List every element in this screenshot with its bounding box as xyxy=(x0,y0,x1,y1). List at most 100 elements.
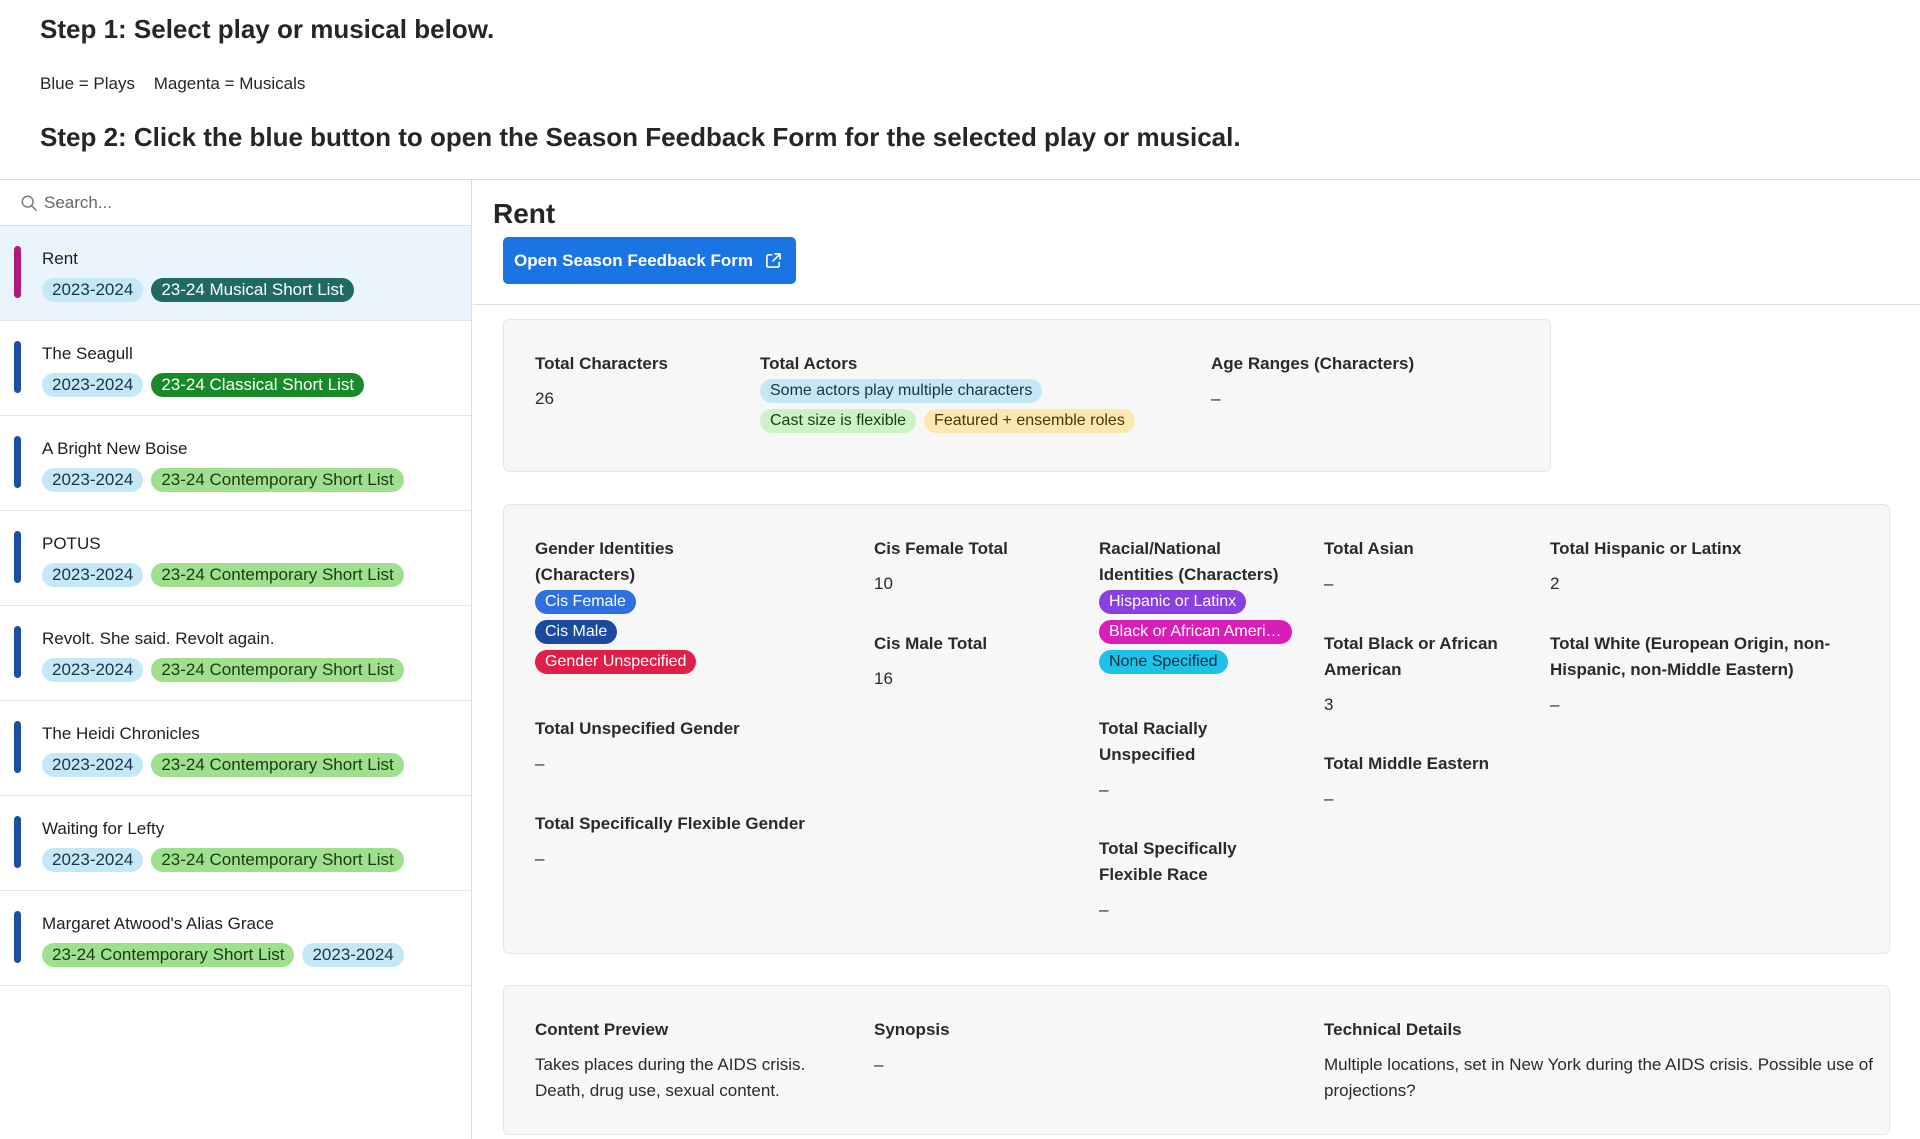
racial-identities-field: Racial/National Identities (Characters) … xyxy=(1099,536,1299,674)
record-tag: 23-24 Contemporary Short List xyxy=(151,658,404,682)
total-black-label: Total Black or African American xyxy=(1324,634,1498,679)
total-racially-unspecified-field: Total Racially Unspecified – xyxy=(1099,716,1259,803)
total-asian-field: Total Asian – xyxy=(1324,536,1414,597)
record-list: Rent 2023-2024 23-24 Musical Short List The… xyxy=(0,226,471,986)
racial-identities-pills: Hispanic or Latinx Black or African Amer… xyxy=(1099,590,1299,674)
total-flexible-race-value: – xyxy=(1099,900,1109,919)
cis-male-total-label: Cis Male Total xyxy=(874,634,988,653)
instructions-header: Step 1: Select play or musical below. Bl… xyxy=(40,0,1900,180)
search-input[interactable] xyxy=(44,192,424,213)
record-tag: 23-24 Musical Short List xyxy=(151,278,354,302)
record-name: Revolt. She said. Revolt again. xyxy=(42,629,275,648)
gender-pill: Cis Male xyxy=(535,620,618,644)
total-black-value: 3 xyxy=(1324,695,1334,714)
cis-male-total-value: 16 xyxy=(874,669,893,688)
record-name: POTUS xyxy=(42,534,101,553)
record-tag: 23-24 Contemporary Short List xyxy=(151,753,404,777)
age-ranges-label: Age Ranges (Characters) xyxy=(1211,354,1415,373)
total-flexible-race-label: Total Specifically Flexible Race xyxy=(1099,839,1237,884)
record-list-sidebar: Rent 2023-2024 23-24 Musical Short List The… xyxy=(0,180,472,1139)
gender-identities-pills: Cis Female Cis Male Gender Unspecified xyxy=(535,590,715,674)
record-tag: 23-24 Contemporary Short List xyxy=(42,943,295,967)
content-preview-label: Content Preview xyxy=(535,1020,669,1039)
total-characters-value: 26 xyxy=(535,389,554,408)
legend-musicals: Magenta = Musicals xyxy=(153,74,306,93)
record-tag: 23-24 Classical Short List xyxy=(151,373,365,397)
record-detail-panel: Rent Open Season Feedback Form Total Cha… xyxy=(473,180,1920,1139)
detail-title: Rent xyxy=(493,198,556,229)
record-tags: 2023-2024 23-24 Contemporary Short List xyxy=(42,753,471,777)
gender-identities-field: Gender Identities (Characters) Cis Femal… xyxy=(535,536,715,674)
record-name: The Heidi Chronicles xyxy=(42,724,200,743)
record-type-color-bar xyxy=(14,341,21,393)
record-name: The Seagull xyxy=(42,344,133,363)
total-middle-eastern-value: – xyxy=(1324,789,1334,808)
step-2-heading: Step 2: Click the blue button to open th… xyxy=(40,122,1241,152)
record-tag: 2023-2024 xyxy=(302,943,404,967)
total-asian-value: – xyxy=(1324,574,1334,593)
technical-details-value: Multiple locations, set in New York duri… xyxy=(1324,1055,1873,1100)
total-flexible-gender-field: Total Specifically Flexible Gender – xyxy=(535,811,805,872)
total-hispanic-value: 2 xyxy=(1550,574,1560,593)
actors-pill: Cast size is flexible xyxy=(760,409,917,433)
open-season-feedback-form-button[interactable]: Open Season Feedback Form xyxy=(503,237,796,284)
record-list-item[interactable]: Revolt. She said. Revolt again. 2023-2024… xyxy=(0,606,471,701)
cast-overview-card: Total Characters 26 Total Actors Some ac… xyxy=(503,319,1551,472)
record-tag: 23-24 Contemporary Short List xyxy=(151,563,404,587)
synopsis-field: Synopsis – xyxy=(874,1017,950,1078)
record-type-color-bar xyxy=(14,721,21,773)
cis-female-total-field: Cis Female Total 10 xyxy=(874,536,1008,597)
content-preview-field: Content Preview Takes places during the … xyxy=(535,1017,845,1104)
content-card: Content Preview Takes places during the … xyxy=(503,985,1890,1135)
record-tag: 2023-2024 xyxy=(42,278,144,302)
record-list-item[interactable]: POTUS 2023-2024 23-24 Contemporary Short L… xyxy=(0,511,471,606)
search-bar xyxy=(0,180,471,226)
gender-identities-label: Gender Identities (Characters) xyxy=(535,539,674,584)
synopsis-value: – xyxy=(874,1055,884,1074)
total-actors-pills: Some actors play multiple characters Cas… xyxy=(760,379,1200,433)
actors-pill: Featured + ensemble roles xyxy=(924,409,1135,433)
record-list-item[interactable]: The Seagull 2023-2024 23-24 Classical Shor… xyxy=(0,321,471,416)
race-pill: None Specified xyxy=(1099,650,1228,674)
record-tags: 2023-2024 23-24 Contemporary Short List xyxy=(42,468,471,492)
record-tag: 2023-2024 xyxy=(42,468,144,492)
record-list-item[interactable]: The Heidi Chronicles 2023-2024 23-24 Conte… xyxy=(0,701,471,796)
age-ranges-value: – xyxy=(1211,389,1221,408)
record-name: A Bright New Boise xyxy=(42,439,188,458)
total-racially-unspecified-value: – xyxy=(1099,780,1109,799)
total-unspecified-gender-label: Total Unspecified Gender xyxy=(535,719,740,738)
record-list-item[interactable]: Margaret Atwood's Alias Grace 23-24 Conte… xyxy=(0,891,471,986)
total-hispanic-field: Total Hispanic or Latinx 2 xyxy=(1550,536,1741,597)
total-black-field: Total Black or African American 3 xyxy=(1324,631,1524,718)
cis-female-total-label: Cis Female Total xyxy=(874,539,1008,558)
record-type-color-bar xyxy=(14,246,21,298)
record-list-item[interactable]: Rent 2023-2024 23-24 Musical Short List xyxy=(0,226,471,321)
open-form-button-label: Open Season Feedback Form xyxy=(514,250,754,270)
total-flexible-race-field: Total Specifically Flexible Race – xyxy=(1099,836,1259,923)
record-tags: 23-24 Contemporary Short List 2023-2024 xyxy=(42,943,471,967)
content-preview-value: Takes places during the AIDS crisis. Dea… xyxy=(535,1055,806,1100)
color-legend: Blue = Plays Magenta = Musicals xyxy=(40,74,319,94)
record-tag: 2023-2024 xyxy=(42,848,144,872)
external-link-icon xyxy=(766,253,781,268)
record-list-item[interactable]: Waiting for Lefty 2023-2024 23-24 Contempo… xyxy=(0,796,471,891)
total-unspecified-gender-value: – xyxy=(535,754,545,773)
total-middle-eastern-label: Total Middle Eastern xyxy=(1324,754,1489,773)
record-name: Margaret Atwood's Alias Grace xyxy=(42,914,274,933)
record-tags: 2023-2024 23-24 Classical Short List xyxy=(42,373,471,397)
record-list-item[interactable]: A Bright New Boise 2023-2024 23-24 Contemp… xyxy=(0,416,471,511)
detail-divider xyxy=(473,304,1920,305)
racial-identities-label: Racial/National Identities (Characters) xyxy=(1099,539,1279,584)
record-tag: 2023-2024 xyxy=(42,658,144,682)
cis-female-total-value: 10 xyxy=(874,574,893,593)
total-asian-label: Total Asian xyxy=(1324,539,1414,558)
legend-plays: Blue = Plays xyxy=(40,74,135,93)
age-ranges-field: Age Ranges (Characters) – xyxy=(1211,351,1414,412)
record-name: Waiting for Lefty xyxy=(42,819,165,838)
record-tag: 23-24 Contemporary Short List xyxy=(151,848,404,872)
total-white-label: Total White (European Origin, non-Hispan… xyxy=(1550,634,1831,679)
synopsis-label: Synopsis xyxy=(874,1020,950,1039)
technical-details-field: Technical Details Multiple locations, se… xyxy=(1324,1017,1874,1104)
step-1-heading: Step 1: Select play or musical below. xyxy=(40,14,495,44)
race-pill: Black or African American xyxy=(1099,620,1292,644)
